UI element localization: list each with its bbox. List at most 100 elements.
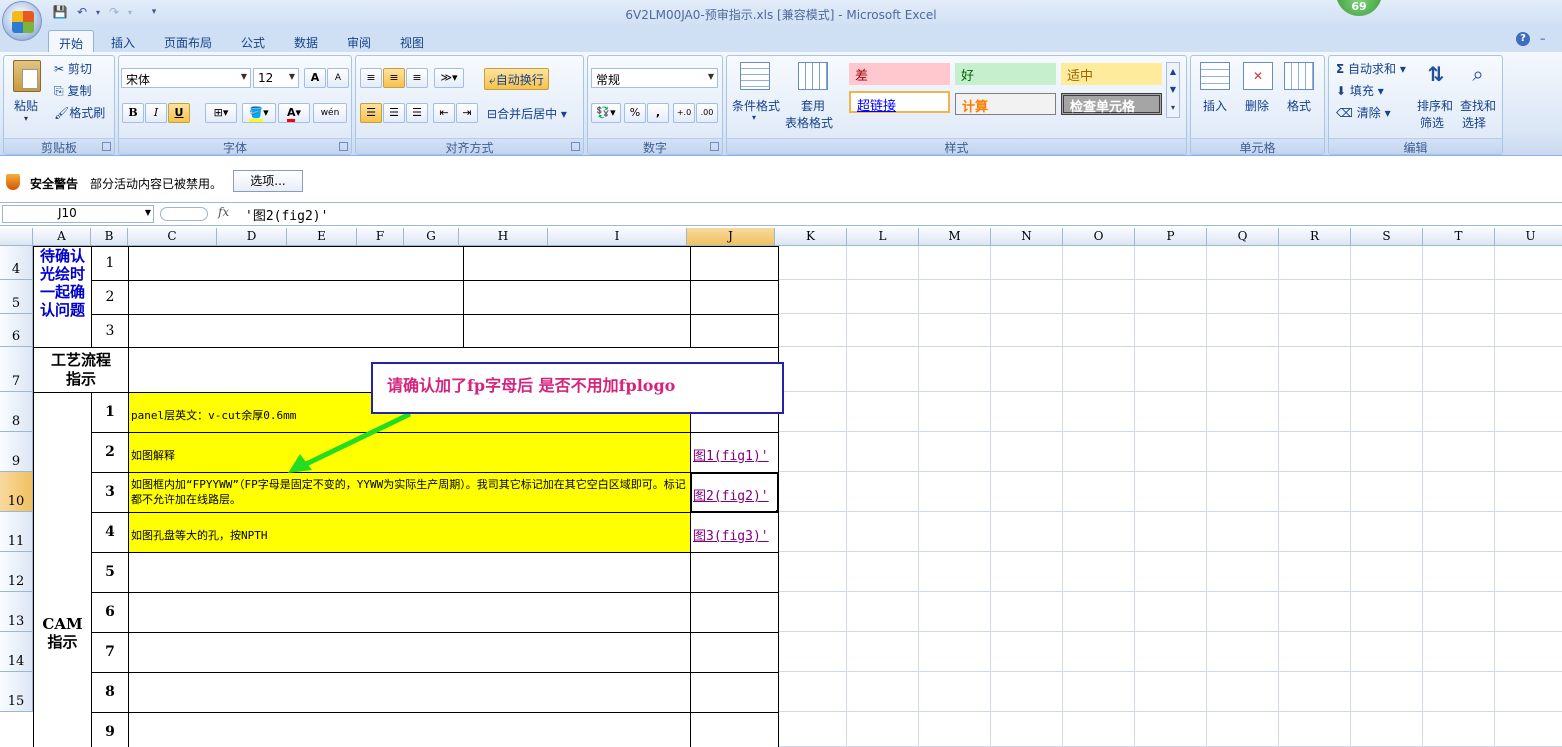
fill-color-button[interactable]: 🪣▾ <box>242 103 276 123</box>
tab-data[interactable]: 数据 <box>284 30 328 53</box>
comma-button[interactable]: , <box>647 103 669 123</box>
copy-button[interactable]: ⎘ 复制 <box>54 82 91 99</box>
cut-button[interactable]: ✂ 剪切 <box>54 60 92 77</box>
borders-button[interactable]: ⊞▾ <box>205 103 237 123</box>
cell-c10-merged[interactable]: 如图框内加“FPYYWW”（FP字母是固定不变的，YYWW为实际生产周期）。我司… <box>128 472 691 513</box>
find-select-label-1[interactable]: 查找和 <box>1460 97 1496 114</box>
clear-button[interactable]: ⌫ 清除 ▾ <box>1336 104 1391 121</box>
function-icon[interactable]: fx <box>218 205 229 219</box>
cell-b9[interactable]: 2 <box>91 432 129 473</box>
clipboard-launcher-icon[interactable] <box>102 142 111 151</box>
security-options-button[interactable]: 选项... <box>233 170 303 192</box>
style-calculation[interactable]: 计算 <box>955 93 1056 115</box>
cell-c13-merged[interactable] <box>128 592 691 633</box>
autosum-button[interactable]: Σ 自动求和 ▾ <box>1336 60 1406 77</box>
align-middle-button[interactable]: ≡ <box>383 68 405 88</box>
merge-center-button[interactable]: ⊟合并后居中 ▾ <box>487 105 567 122</box>
column-header-b[interactable]: B <box>91 228 128 246</box>
select-all-corner[interactable] <box>0 228 33 246</box>
cell-b6[interactable]: 3 <box>91 314 129 348</box>
tab-formulas[interactable]: 公式 <box>231 30 275 53</box>
delete-cells-icon[interactable]: ✕ <box>1243 62 1273 90</box>
row-header-15[interactable]: 15 <box>0 672 33 712</box>
font-name-combo[interactable]: 宋体 ▼ <box>121 68 251 88</box>
binoculars-icon[interactable]: ⌕ <box>1464 62 1492 90</box>
insert-cells-icon[interactable] <box>1200 62 1230 90</box>
style-hyperlink[interactable]: 超链接 <box>849 91 950 114</box>
column-header-h[interactable]: H <box>459 228 548 246</box>
cell-c5-merged[interactable] <box>128 280 464 315</box>
column-header-c[interactable]: C <box>128 228 217 246</box>
column-header-j[interactable]: J <box>687 228 775 246</box>
tab-home[interactable]: 开始 <box>48 30 95 53</box>
number-launcher-icon[interactable] <box>710 142 719 151</box>
find-select-label-2[interactable]: 选择 <box>1462 114 1486 131</box>
cell-j10-link[interactable]: 图2(fig2)' <box>693 485 769 504</box>
column-header-d[interactable]: D <box>217 228 287 246</box>
cell-h6-merged[interactable] <box>463 314 691 348</box>
tab-review[interactable]: 审阅 <box>337 30 381 53</box>
cell-c12-merged[interactable] <box>128 552 691 593</box>
row-header-6[interactable]: 6 <box>0 314 33 347</box>
column-header-k[interactable]: K <box>775 228 847 246</box>
align-bottom-button[interactable]: ≡ <box>406 68 428 88</box>
redo-icon[interactable]: ↷ <box>106 5 122 21</box>
row-header-12[interactable]: 12 <box>0 552 33 592</box>
column-header-a[interactable]: A <box>33 228 91 246</box>
paste-dropdown-icon[interactable]: ▾ <box>24 114 28 123</box>
row-header-5[interactable]: 5 <box>0 280 33 314</box>
increase-indent-button[interactable]: ⇥ <box>456 103 478 123</box>
delete-cells-button[interactable]: 删除 <box>1245 97 1269 114</box>
tab-insert[interactable]: 插入 <box>101 30 145 53</box>
cell-b15[interactable]: 8 <box>91 672 129 713</box>
row-header-13[interactable]: 13 <box>0 592 33 632</box>
sort-filter-label-2[interactable]: 筛选 <box>1420 114 1444 131</box>
decrease-decimal-button[interactable]: .00 <box>696 103 718 123</box>
style-neutral[interactable]: 适中 <box>1061 63 1162 85</box>
row-header-7[interactable]: 7 <box>0 347 33 392</box>
row-header-4[interactable]: 4 <box>0 246 33 280</box>
format-cells-icon[interactable] <box>1284 62 1314 90</box>
cell-j11-link[interactable]: 图3(fig3)' <box>693 525 769 544</box>
column-header-q[interactable]: Q <box>1207 228 1279 246</box>
row-header-8[interactable]: 8 <box>0 392 33 432</box>
save-icon[interactable]: 💾 <box>52 5 68 21</box>
undo-dropdown-icon[interactable]: ▾ <box>90 8 106 24</box>
row-header-14[interactable]: 14 <box>0 632 33 672</box>
column-header-n[interactable]: N <box>991 228 1063 246</box>
paste-button[interactable]: 粘贴 <box>14 97 38 114</box>
undo-icon[interactable]: ↶ <box>74 5 90 21</box>
format-cells-button[interactable]: 格式 <box>1287 97 1311 114</box>
worksheet-grid[interactable]: 待确认光绘时一起确认问题 1 2 3 工艺流程指示 CAM指示 panel层英文… <box>0 228 1562 747</box>
cell-j15[interactable] <box>690 672 779 713</box>
phonetic-button[interactable]: wén <box>313 103 347 123</box>
font-launcher-icon[interactable] <box>339 142 348 151</box>
tab-page-layout[interactable]: 页面布局 <box>154 30 222 53</box>
percent-button[interactable]: % <box>624 103 646 123</box>
format-as-table-label-2[interactable]: 表格格式 <box>785 114 833 131</box>
currency-button[interactable]: 💱▾ <box>591 103 621 123</box>
alignment-launcher-icon[interactable] <box>571 142 580 151</box>
orientation-button[interactable]: ≫▾ <box>434 68 464 88</box>
row-header-10[interactable]: 10 <box>0 472 33 512</box>
align-left-button[interactable]: ☰ <box>360 103 382 123</box>
align-center-button[interactable]: ☰ <box>383 103 405 123</box>
font-color-button[interactable]: A▾ <box>278 103 310 123</box>
fill-button[interactable]: ⬇ 填充 ▾ <box>1336 82 1384 99</box>
column-header-g[interactable]: G <box>404 228 459 246</box>
font-size-combo[interactable]: 12 ▼ <box>253 68 299 88</box>
column-header-i[interactable]: I <box>548 228 687 246</box>
cell-c6-merged[interactable] <box>128 314 464 348</box>
format-painter-button[interactable]: 🖌格式刷 <box>54 104 105 121</box>
shrink-font-button[interactable]: A <box>327 68 349 88</box>
style-bad[interactable]: 差 <box>849 63 950 85</box>
column-header-s[interactable]: S <box>1351 228 1423 246</box>
column-header-u[interactable]: U <box>1495 228 1562 246</box>
conditional-format-icon[interactable] <box>740 62 770 90</box>
cell-b13[interactable]: 6 <box>91 592 129 633</box>
office-button[interactable] <box>2 1 42 41</box>
cell-a8-merged[interactable]: CAM指示 <box>33 392 92 747</box>
formula-input[interactable]: '图2(fig2)' <box>245 205 328 224</box>
column-header-o[interactable]: O <box>1063 228 1135 246</box>
wrap-text-button[interactable]: ⤶自动换行 <box>484 68 549 90</box>
